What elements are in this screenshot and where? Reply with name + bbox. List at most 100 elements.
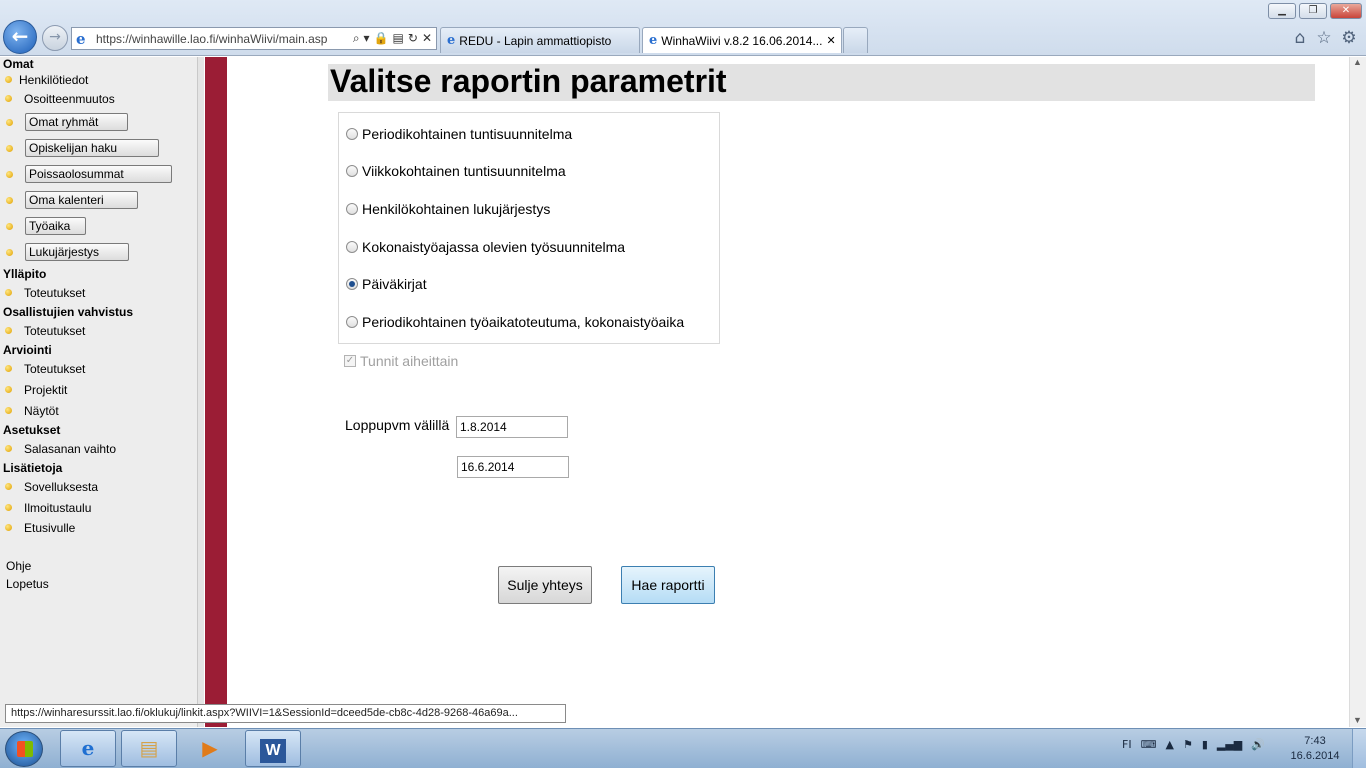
system-tray: FI ⌨ ▲ ⚑ ▮ ▂▄▆ 🔊 bbox=[1122, 738, 1265, 751]
sidebar-item-label: Toteutukset bbox=[24, 324, 86, 338]
option-label: Päiväkirjat bbox=[362, 276, 427, 292]
keyboard-icon[interactable]: ⌨ bbox=[1141, 738, 1157, 751]
poissaolosummat-button[interactable]: Poissaolosummat bbox=[25, 165, 172, 183]
tab-label: REDU - Lapin ammattiopisto bbox=[459, 33, 612, 48]
tyoaika-button[interactable]: Työaika bbox=[25, 217, 86, 235]
fetch-report-button[interactable]: Hae raportti bbox=[621, 566, 715, 604]
end-date-field[interactable]: 1.8.2014 bbox=[456, 416, 568, 438]
taskbar-microsoft-word[interactable]: W bbox=[245, 730, 301, 767]
opiskelijan-haku-button[interactable]: Opiskelijan haku bbox=[25, 139, 159, 157]
report-option-viikkokohtainen-tuntisuunnitelma[interactable]: Viikkokohtainen tuntisuunnitelma bbox=[346, 163, 566, 179]
bullet-icon bbox=[5, 95, 12, 102]
sidebar-item-arviointi-toteutukset[interactable]: Toteutukset bbox=[5, 362, 86, 376]
favorites-star-icon[interactable]: ☆ bbox=[1314, 28, 1334, 48]
home-icon[interactable]: ⌂ bbox=[1290, 28, 1310, 48]
report-options-box bbox=[338, 112, 720, 344]
checkbox-checked-disabled[interactable]: ✓ bbox=[344, 355, 356, 367]
omat-ryhmat-button[interactable]: Omat ryhmät bbox=[25, 113, 128, 131]
address-bar[interactable]: e https://winhawille.lao.fi/winhaWiivi/m… bbox=[71, 27, 437, 50]
ie-icon: e bbox=[81, 736, 95, 760]
start-button[interactable] bbox=[5, 731, 43, 767]
sidebar-item-lopetus[interactable]: Lopetus bbox=[6, 577, 49, 591]
lock-icon[interactable]: 🔒 bbox=[374, 31, 389, 46]
new-tab-button[interactable] bbox=[843, 27, 868, 53]
sidebar-item-ilmoitustaulu[interactable]: Ilmoitustaulu bbox=[5, 501, 92, 515]
gear-icon[interactable]: ⚙ bbox=[1339, 28, 1359, 48]
sidebar-item-ohje[interactable]: Ohje bbox=[6, 559, 31, 573]
forward-button[interactable]: → bbox=[42, 25, 68, 51]
bullet-icon bbox=[5, 289, 12, 296]
status-link-tooltip: https://winharesurssit.lao.fi/oklukuj/li… bbox=[5, 704, 566, 723]
sidebar-item-henkilotiedot[interactable]: Henkilötiedot bbox=[5, 73, 88, 87]
tab-winhawiivi[interactable]: e WinhaWiivi v.8.2 16.06.2014... ✕ bbox=[642, 27, 842, 53]
taskbar-media-player[interactable]: ▶ bbox=[182, 730, 238, 767]
close-connection-button[interactable]: Sulje yhteys bbox=[498, 566, 592, 604]
sidebar-section-lisatietoja: Lisätietoja bbox=[3, 461, 63, 475]
vertical-scrollbar[interactable]: ▲ ▼ bbox=[1349, 57, 1366, 727]
report-option-kokonaistyoajassa[interactable]: Kokonaistyöajassa olevien työsuunnitelma bbox=[346, 239, 625, 255]
close-window-button[interactable]: ✕ bbox=[1330, 3, 1362, 19]
action-center-flag-icon[interactable]: ⚑ bbox=[1183, 738, 1193, 751]
ie-page-icon: e bbox=[76, 29, 86, 48]
search-icon[interactable]: ⌕ bbox=[353, 31, 360, 46]
sidebar-item-sovelluksesta[interactable]: Sovelluksesta bbox=[5, 480, 98, 494]
radio-button[interactable] bbox=[346, 165, 358, 177]
sidebar-item-projektit[interactable]: Projektit bbox=[5, 383, 68, 397]
show-hidden-icons-icon[interactable]: ▲ bbox=[1165, 738, 1173, 751]
report-option-henkilokohtainen-lukujarjestys[interactable]: Henkilökohtainen lukujärjestys bbox=[346, 201, 550, 217]
report-option-paivakirjat[interactable]: Päiväkirjat bbox=[346, 276, 427, 292]
radio-button[interactable] bbox=[346, 203, 358, 215]
scroll-down-icon[interactable]: ▼ bbox=[1353, 715, 1362, 725]
sidebar-frame-divider[interactable] bbox=[198, 57, 204, 727]
radio-button[interactable] bbox=[346, 316, 358, 328]
sidebar-section-omat: Omat bbox=[3, 57, 34, 71]
language-indicator[interactable]: FI bbox=[1122, 738, 1132, 751]
start-date-field[interactable]: 16.6.2014 bbox=[457, 456, 569, 478]
sidebar-item-osallistujien-toteutukset[interactable]: Toteutukset bbox=[5, 324, 86, 338]
sidebar-item-label: Toteutukset bbox=[24, 362, 86, 376]
tab-label: WinhaWiivi v.8.2 16.06.2014... bbox=[661, 33, 823, 48]
address-url[interactable]: https://winhawille.lao.fi/winhaWiivi/mai… bbox=[96, 32, 353, 46]
taskbar-internet-explorer[interactable]: e bbox=[60, 730, 116, 767]
option-label: Viikkokohtainen tuntisuunnitelma bbox=[362, 163, 566, 179]
sidebar-item-label: Ilmoitustaulu bbox=[24, 501, 92, 515]
radio-button[interactable] bbox=[346, 241, 358, 253]
stop-icon[interactable]: ✕ bbox=[422, 31, 432, 46]
maximize-button[interactable]: ❐ bbox=[1299, 3, 1327, 19]
minimize-button[interactable]: ▁ bbox=[1268, 3, 1296, 19]
oma-kalenteri-button[interactable]: Oma kalenteri bbox=[25, 191, 138, 209]
sidebar-item-osoitteenmuutos[interactable]: Osoitteenmuutos bbox=[5, 92, 115, 106]
ie-favicon-icon: e bbox=[447, 33, 456, 48]
sidebar-item-etusivulle[interactable]: Etusivulle bbox=[5, 521, 75, 535]
refresh-icon[interactable]: ↻ bbox=[408, 31, 418, 46]
tab-redu[interactable]: e REDU - Lapin ammattiopisto bbox=[440, 27, 640, 53]
back-button[interactable]: ← bbox=[3, 20, 37, 54]
clock[interactable]: 7:43 16.6.2014 bbox=[1290, 734, 1340, 764]
option-label: Periodikohtainen työaikatoteutuma, kokon… bbox=[362, 314, 685, 330]
bullet-icon bbox=[5, 483, 12, 490]
sidebar-item-naytot[interactable]: Näytöt bbox=[5, 404, 59, 418]
network-signal-icon[interactable]: ▂▄▆ bbox=[1217, 738, 1242, 751]
compat-view-icon[interactable]: ▤ bbox=[393, 31, 404, 46]
battery-icon[interactable]: ▮ bbox=[1202, 738, 1208, 751]
volume-icon[interactable]: 🔊 bbox=[1251, 738, 1265, 751]
taskbar-windows-explorer[interactable]: ▤ bbox=[121, 730, 177, 767]
scroll-up-icon[interactable]: ▲ bbox=[1353, 57, 1362, 67]
sidebar-item-label: Ohje bbox=[6, 559, 32, 573]
lukujarjestys-button[interactable]: Lukujärjestys bbox=[25, 243, 129, 261]
sidebar-item-yllapito-toteutukset[interactable]: Toteutukset bbox=[5, 286, 85, 300]
tunnit-aiheittain-checkbox-row[interactable]: ✓ Tunnit aiheittain bbox=[344, 353, 458, 369]
radio-button[interactable] bbox=[346, 128, 358, 140]
bullet-icon bbox=[5, 504, 12, 511]
report-option-periodikohtainen-tyoaikatoteutuma[interactable]: Periodikohtainen työaikatoteutuma, kokon… bbox=[346, 314, 684, 330]
sidebar-item-label: Salasanan vaihto bbox=[24, 442, 117, 456]
report-option-periodikohtainen-tuntisuunnitelma[interactable]: Periodikohtainen tuntisuunnitelma bbox=[346, 126, 572, 142]
sidebar-item-salasanan-vaihto[interactable]: Salasanan vaihto bbox=[5, 442, 117, 456]
sidebar-item-label: Projektit bbox=[24, 383, 68, 397]
radio-button-selected[interactable] bbox=[346, 278, 358, 290]
dropdown-icon[interactable]: ▾ bbox=[364, 31, 370, 46]
clock-date: 16.6.2014 bbox=[1290, 750, 1340, 762]
show-desktop-button[interactable] bbox=[1352, 729, 1366, 768]
bullet-icon bbox=[6, 119, 13, 126]
tab-close-icon[interactable]: ✕ bbox=[826, 34, 835, 47]
